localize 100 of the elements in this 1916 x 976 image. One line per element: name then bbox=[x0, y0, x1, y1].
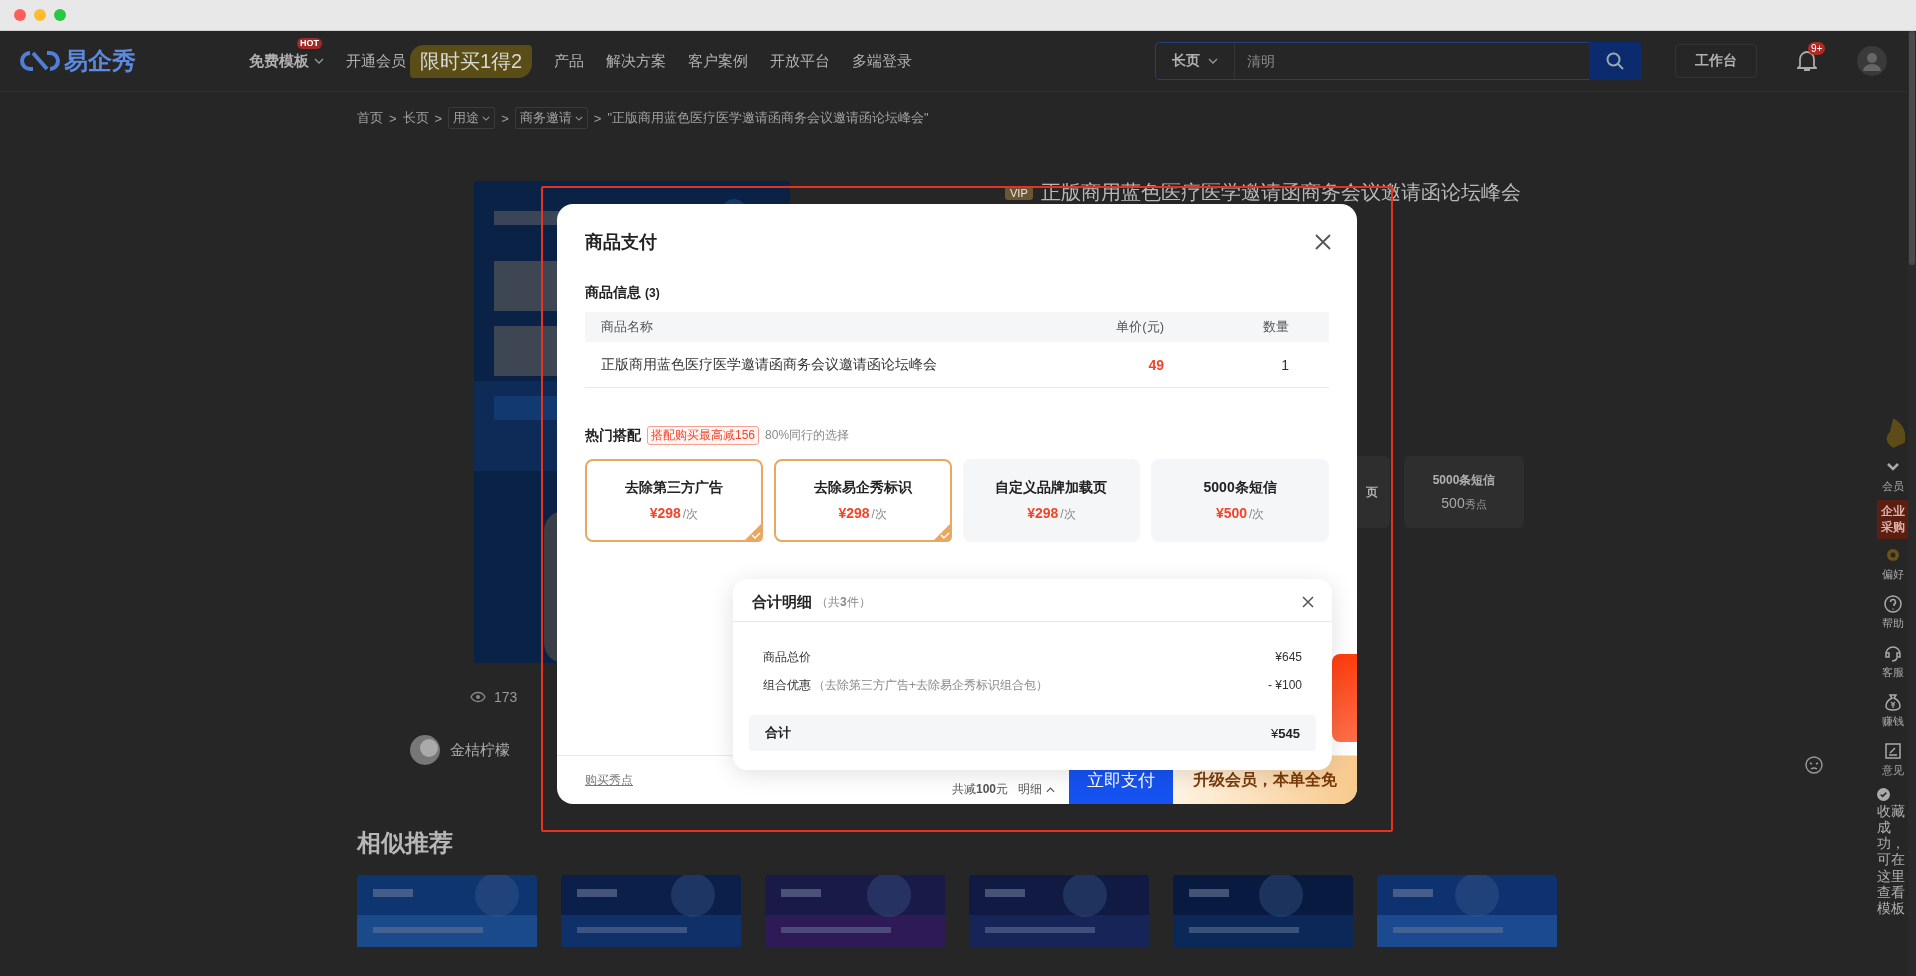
saving-text: 共减100元 bbox=[951, 781, 1008, 798]
table-cell-text: 1 bbox=[1280, 356, 1290, 373]
view-count: 173 bbox=[494, 689, 518, 705]
breadcrumb-separator: > bbox=[593, 110, 602, 126]
popup-title: 合计明细 bbox=[752, 592, 812, 612]
author-avatar-icon bbox=[410, 735, 440, 765]
option-price: ¥298 bbox=[1027, 504, 1059, 521]
option-unit: /次 bbox=[1249, 505, 1265, 523]
breadcrumb-item[interactable]: "正版商用蓝色医疗医学邀请函商务会议邀请函论坛峰会" bbox=[607, 109, 929, 127]
sidebar-item[interactable]: 帮助 bbox=[1877, 588, 1908, 638]
column-header: 数量 bbox=[1262, 318, 1290, 336]
line-note: （去除第三方广告+去除易企秀标识组合包） bbox=[813, 676, 1048, 694]
line-amount: ¥645 bbox=[1275, 650, 1302, 664]
breadcrumb-item[interactable]: 用途 bbox=[448, 107, 496, 129]
minimize-window-icon[interactable] bbox=[34, 9, 46, 21]
sidebar-item[interactable]: 客服 bbox=[1877, 637, 1908, 687]
buy-points-link[interactable]: 购买秀点 bbox=[585, 771, 633, 789]
eye-icon bbox=[470, 691, 486, 703]
item-count: （共3件） bbox=[816, 593, 871, 611]
nav-link[interactable]: 多端登录 bbox=[852, 51, 913, 71]
close-icon[interactable] bbox=[1302, 596, 1314, 608]
bundle-option[interactable]: 去除第三方广告 ¥298/次 bbox=[585, 459, 763, 542]
bundle-option[interactable]: 去除易企秀标识 ¥298/次 bbox=[773, 459, 952, 542]
sidebar-item[interactable]: 会员 bbox=[1877, 451, 1908, 500]
nav-link[interactable]: 免费模板 bbox=[249, 51, 324, 71]
nav-link[interactable]: 客户案例 bbox=[688, 51, 749, 71]
line-label: 组合优惠 bbox=[763, 676, 811, 694]
search-field[interactable]: 长页 清明 bbox=[1155, 42, 1641, 80]
face-icon[interactable] bbox=[1805, 756, 1823, 774]
nav-link[interactable]: 开通会员 bbox=[346, 51, 406, 71]
nav-link[interactable]: 解决方案 bbox=[606, 51, 667, 71]
scrollbar[interactable] bbox=[1908, 31, 1916, 976]
caret-icon bbox=[1208, 58, 1218, 64]
zoom-window-icon[interactable] bbox=[54, 9, 66, 21]
workbench-button[interactable]: 工作台 bbox=[1675, 44, 1757, 78]
bundle-option[interactable]: 自定义品牌加载页 ¥298/次 bbox=[962, 459, 1141, 542]
search-icon bbox=[1605, 51, 1625, 71]
sidebar-item[interactable]: 偏好 bbox=[1877, 539, 1908, 589]
nav-link[interactable]: 开放平台 bbox=[770, 51, 831, 71]
option-name: 去除易企秀标识 bbox=[813, 478, 912, 497]
breadcrumb-item[interactable]: 商务邀请 bbox=[514, 107, 588, 129]
breadcrumb-item[interactable]: 首页 bbox=[357, 109, 383, 127]
check-corner-icon bbox=[931, 522, 952, 542]
option-price: ¥298 bbox=[649, 504, 681, 521]
search-button[interactable] bbox=[1589, 42, 1641, 80]
table-cell-text: 正版商用蓝色医疗医学邀请函商务会议邀请函论坛峰会 bbox=[600, 355, 938, 374]
toast-message: 收藏成功，可在这里查看模板 bbox=[1877, 803, 1907, 916]
line-amount: - ¥100 bbox=[1267, 678, 1302, 692]
line-label: 商品总价 bbox=[763, 648, 811, 666]
breadcrumb-separator: > bbox=[434, 110, 443, 126]
nav-link[interactable]: 产品 bbox=[554, 51, 585, 71]
addon-title: 5000条短信 bbox=[1432, 472, 1496, 489]
sidebar-item[interactable]: 意见 bbox=[1877, 735, 1908, 785]
sidebar-item[interactable]: 赚钱 bbox=[1877, 686, 1908, 736]
headset-icon bbox=[1882, 643, 1903, 664]
money-bag-icon bbox=[1882, 692, 1903, 713]
breadcrumb-separator: > bbox=[501, 110, 509, 126]
discount-tag: 搭配购买最高减156 bbox=[647, 426, 760, 445]
bell-icon[interactable] bbox=[1797, 50, 1817, 72]
caret-icon bbox=[482, 115, 491, 121]
addon-card[interactable]: 5000条短信 500秀点 bbox=[1404, 456, 1524, 528]
option-name: 5000条短信 bbox=[1203, 478, 1277, 497]
bundle-option[interactable]: 5000条短信 ¥500/次 bbox=[1151, 459, 1329, 542]
table-cell-text: 49 bbox=[1147, 356, 1164, 373]
total-amount: ¥545 bbox=[1271, 725, 1300, 741]
option-name: 自定义品牌加载页 bbox=[995, 478, 1108, 497]
column-header: 商品名称 bbox=[600, 318, 654, 336]
section-title: 热门搭配 bbox=[585, 426, 641, 445]
option-name: 去除第三方广告 bbox=[624, 478, 723, 497]
notification-badge: 9+ bbox=[1808, 42, 1826, 55]
check-corner-icon bbox=[742, 522, 763, 542]
close-window-icon[interactable] bbox=[14, 9, 26, 21]
edit-icon bbox=[1882, 741, 1903, 762]
section-title: 商品信息 bbox=[585, 284, 641, 302]
author-name[interactable]: 金桔柠檬 bbox=[450, 740, 510, 760]
close-icon[interactable] bbox=[1315, 234, 1331, 250]
search-scope-dropdown[interactable]: 长页 bbox=[1156, 43, 1235, 79]
option-price: ¥500 bbox=[1215, 504, 1248, 521]
item-count: (3) bbox=[645, 286, 660, 300]
option-unit: /次 bbox=[1060, 505, 1076, 523]
caret-up-icon bbox=[1046, 786, 1055, 793]
hot-badge: HOT bbox=[297, 37, 322, 49]
total-label: 合计 bbox=[765, 724, 791, 742]
help-icon bbox=[1882, 594, 1903, 615]
details-link[interactable]: 明细 bbox=[1018, 781, 1055, 798]
breadcrumb-item[interactable]: 长页 bbox=[402, 109, 429, 127]
hint-text: 80%同行的选择 bbox=[765, 427, 850, 444]
logo-text[interactable]: 易企秀 bbox=[64, 45, 136, 77]
option-price: ¥298 bbox=[838, 504, 870, 521]
addon-price: 500秀点 bbox=[1441, 495, 1487, 512]
avatar-icon[interactable] bbox=[1857, 46, 1887, 76]
logo-icon bbox=[20, 50, 60, 72]
caret-icon bbox=[574, 115, 583, 121]
addon-title: 页 bbox=[1366, 483, 1378, 501]
section-heading: 相似推荐 bbox=[357, 828, 453, 858]
column-header: 单价(元) bbox=[1115, 318, 1164, 336]
dialog-title: 商品支付 bbox=[585, 231, 657, 254]
option-unit: /次 bbox=[871, 505, 887, 523]
caret-icon bbox=[314, 58, 324, 64]
breadcrumb-separator: > bbox=[389, 110, 397, 126]
